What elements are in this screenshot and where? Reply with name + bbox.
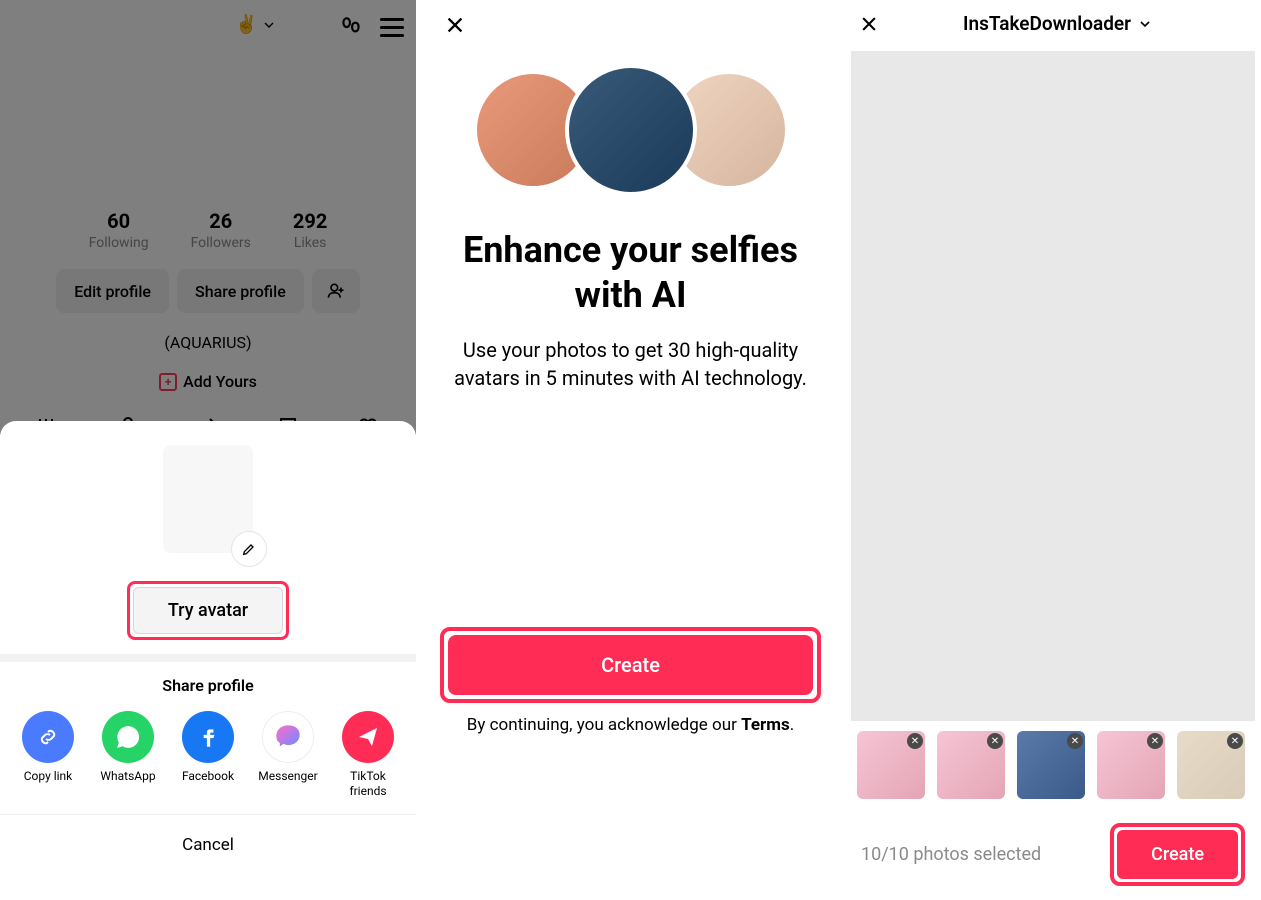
pencil-icon xyxy=(241,541,257,557)
chevron-down-icon xyxy=(1137,16,1153,32)
dim-overlay xyxy=(0,0,416,435)
divider xyxy=(0,654,416,662)
share-copy-link[interactable]: Copy link xyxy=(18,711,78,798)
remove-icon[interactable]: ✕ xyxy=(1147,733,1163,749)
close-icon xyxy=(444,14,466,36)
create-button[interactable]: Create xyxy=(448,635,813,695)
share-sheet: Try avatar Share profile Copy link Whats… xyxy=(0,421,416,875)
modal-title: Enhance your selfies with AI xyxy=(416,228,845,318)
try-avatar-button[interactable]: Try avatar xyxy=(133,587,283,634)
avatar-preview xyxy=(163,445,253,553)
edit-avatar-button[interactable] xyxy=(231,531,267,567)
share-profile-title: Share profile xyxy=(0,676,416,695)
selected-thumb[interactable]: ✕ xyxy=(1017,731,1085,799)
highlight-create: Create xyxy=(440,627,821,703)
selected-thumb[interactable]: ✕ xyxy=(1097,731,1165,799)
selected-thumb[interactable]: ✕ xyxy=(857,731,925,799)
link-icon xyxy=(36,725,60,749)
album-dropdown[interactable]: InsTakeDownloader xyxy=(869,12,1247,35)
remove-icon[interactable]: ✕ xyxy=(1067,733,1083,749)
photo-grid[interactable] xyxy=(851,51,1255,721)
selected-thumb[interactable]: ✕ xyxy=(937,731,1005,799)
terms-text: By continuing, you acknowledge our Terms… xyxy=(440,715,821,735)
highlight-create: Create xyxy=(1110,823,1245,886)
remove-icon[interactable]: ✕ xyxy=(987,733,1003,749)
share-facebook[interactable]: Facebook xyxy=(178,711,238,798)
avatar-examples xyxy=(416,70,845,196)
selection-count: 10/10 photos selected xyxy=(861,844,1041,865)
remove-icon[interactable]: ✕ xyxy=(1227,733,1243,749)
terms-link[interactable]: Terms xyxy=(741,715,790,735)
whatsapp-icon xyxy=(115,724,141,750)
selected-thumb[interactable]: ✕ xyxy=(1177,731,1245,799)
facebook-icon xyxy=(195,724,221,750)
share-messenger[interactable]: Messenger xyxy=(258,711,318,798)
modal-subtitle: Use your photos to get 30 high-quality a… xyxy=(416,336,845,392)
close-button[interactable] xyxy=(444,14,466,36)
remove-icon[interactable]: ✕ xyxy=(907,733,923,749)
avatar-sample-2 xyxy=(565,64,697,196)
send-icon xyxy=(356,725,380,749)
share-tiktok[interactable]: TikTok friends xyxy=(338,711,398,798)
create-button[interactable]: Create xyxy=(1117,830,1238,879)
messenger-icon xyxy=(274,723,302,751)
cancel-button[interactable]: Cancel xyxy=(0,814,416,875)
share-whatsapp[interactable]: WhatsApp xyxy=(98,711,158,798)
highlight-try-avatar: Try avatar xyxy=(127,581,289,640)
